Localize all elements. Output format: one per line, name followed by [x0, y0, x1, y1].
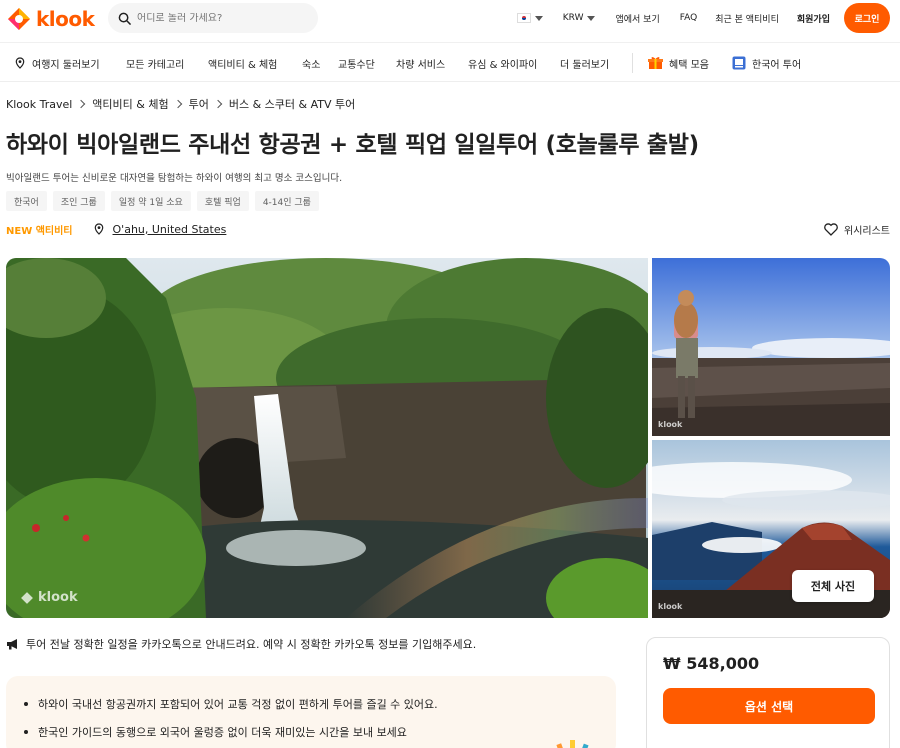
breadcrumb-item[interactable]: 투어 [189, 96, 209, 112]
category-nav: 여행지 둘러보기 모든 카테고리 액티비티 & 체험 숙소 교통수단 차량 서비… [0, 42, 900, 82]
language-selector[interactable] [516, 13, 543, 23]
top-header: klook KRW 앱에서 보기 FAQ 최근 본 액티비티 회원가입 로그인 [0, 0, 900, 38]
korean-tour-icon [732, 56, 746, 70]
nav-item-activities[interactable]: 액티비티 & 체험 [208, 43, 277, 83]
notice-text: 투어 전날 정확한 일정을 카카오톡으로 안내드려요. 예약 시 정확한 카카오… [26, 638, 477, 651]
decorative-sparkle-icon [556, 740, 589, 748]
select-option-button[interactable]: 옵션 선택 [663, 688, 875, 724]
search-bar[interactable] [108, 3, 318, 33]
product-subtitle: 빅아일랜드 투어는 신비로운 대자연을 탐험하는 하와이 여행의 최고 명소 코… [6, 173, 343, 184]
product-meta: NEW 액티비티 O'ahu, United States 위시리스트 [6, 220, 890, 238]
nav-label: 여행지 둘러보기 [32, 59, 100, 71]
location-pin-icon [15, 57, 25, 69]
nav-divider [632, 53, 633, 73]
wishlist-button[interactable]: 위시리스트 [824, 220, 890, 238]
location-pin-icon [94, 223, 103, 235]
faq-link[interactable]: FAQ [680, 13, 697, 23]
side-photo-lava-field[interactable]: klook [652, 258, 890, 436]
wishlist-label: 위시리스트 [844, 225, 890, 237]
breadcrumb-item[interactable]: 액티비티 & 체험 [92, 96, 168, 112]
photo-gallery: klook klook klook 전체 사진 [6, 258, 890, 618]
currency-label: KRW [562, 13, 584, 23]
nav-label: 혜택 모음 [669, 59, 709, 71]
nav-item-sim-wifi[interactable]: 유심 & 와이파이 [468, 43, 537, 83]
watermark-text: klook [658, 420, 683, 429]
signup-link[interactable]: 회원가입 [797, 12, 830, 25]
chevron-right-icon [213, 99, 223, 109]
breadcrumb-item[interactable]: 버스 & 스쿠터 & ATV 투어 [229, 96, 355, 112]
tag-badge: 4-14인 그룹 [254, 191, 319, 211]
klook-logo[interactable]: klook [6, 6, 95, 32]
breadcrumb: Klook Travel 액티비티 & 체험 투어 버스 & 스쿠터 & ATV… [6, 96, 355, 112]
page-title: 하와이 빅아일랜드 주내선 항공권 + 호텔 픽업 일일투어 (호놀룰루 출발) [6, 132, 699, 158]
tag-badge: 조인 그룹 [52, 191, 105, 211]
login-button[interactable]: 로그인 [844, 3, 890, 33]
klook-wordmark: klook [36, 7, 95, 31]
product-tags: 한국어 조인 그룹 일정 약 1일 소요 호텔 픽업 4-14인 그룹 [6, 191, 319, 211]
view-all-photos-button[interactable]: 전체 사진 [792, 570, 874, 602]
tag-badge: 한국어 [6, 191, 47, 211]
search-input[interactable] [137, 12, 307, 24]
klook-watermark: klook [658, 602, 682, 611]
megaphone-icon [7, 639, 17, 650]
chevron-right-icon [77, 99, 86, 109]
booking-card: ₩ 548,000 옵션 선택 [646, 637, 890, 748]
app-link[interactable]: 앱에서 보기 [615, 12, 659, 25]
search-icon [118, 12, 131, 25]
nav-item-transport[interactable]: 교통수단 [338, 43, 375, 83]
currency-selector[interactable]: KRW [563, 13, 596, 23]
highlight-item: 하와이 국내선 항공권까지 포함되어 있어 교통 걱정 없이 편하게 투어를 즐… [24, 690, 598, 718]
chevron-down-icon [534, 15, 543, 21]
breadcrumb-item[interactable]: Klook Travel [6, 98, 72, 111]
nav-label: 한국어 투어 [752, 59, 802, 71]
klook-watermark: klook [658, 420, 682, 429]
header-right: KRW 앱에서 보기 FAQ 최근 본 액티비티 회원가입 로그인 [516, 3, 890, 33]
kakao-notice: 투어 전날 정확한 일정을 카카오톡으로 안내드려요. 예약 시 정확한 카카오… [6, 636, 476, 652]
nav-item-categories[interactable]: 모든 카테고리 [126, 43, 184, 83]
location-link[interactable]: O'ahu, United States [93, 222, 227, 236]
nav-item-car-service[interactable]: 차량 서비스 [396, 43, 445, 83]
klook-watermark: klook [20, 590, 78, 605]
location-label: O'ahu, United States [112, 222, 227, 236]
new-activity-badge: NEW 액티비티 [6, 225, 73, 237]
korea-flag-icon [516, 13, 531, 23]
nav-item-promotions[interactable]: 혜택 모음 [648, 43, 709, 83]
gift-icon [648, 57, 663, 69]
nav-item-destinations[interactable]: 여행지 둘러보기 [14, 43, 100, 83]
chevron-right-icon [173, 99, 182, 109]
main-photo-waterfall[interactable]: klook [6, 258, 648, 618]
tag-badge: 일정 약 1일 소요 [110, 191, 191, 211]
klook-logo-icon [8, 8, 30, 30]
tag-badge: 호텔 픽업 [196, 191, 249, 211]
price-value: ₩ 548,000 [663, 654, 760, 673]
watermark-text: klook [658, 602, 683, 611]
highlight-item: 한국인 가이드의 동행으로 외국어 울렁증 없이 더욱 재미있는 시간을 보내 … [24, 718, 598, 746]
nav-item-more[interactable]: 더 둘러보기 [560, 43, 609, 83]
watermark-text: klook [38, 590, 78, 605]
nav-item-stays[interactable]: 숙소 [302, 43, 320, 83]
heart-icon [824, 222, 838, 236]
nav-item-korean-tour[interactable]: 한국어 투어 [732, 43, 801, 83]
recent-viewed-link[interactable]: 최근 본 액티비티 [715, 12, 779, 25]
highlights-box: 하와이 국내선 항공권까지 포함되어 있어 교통 걱정 없이 편하게 투어를 즐… [6, 676, 616, 748]
chevron-down-icon [587, 15, 596, 21]
